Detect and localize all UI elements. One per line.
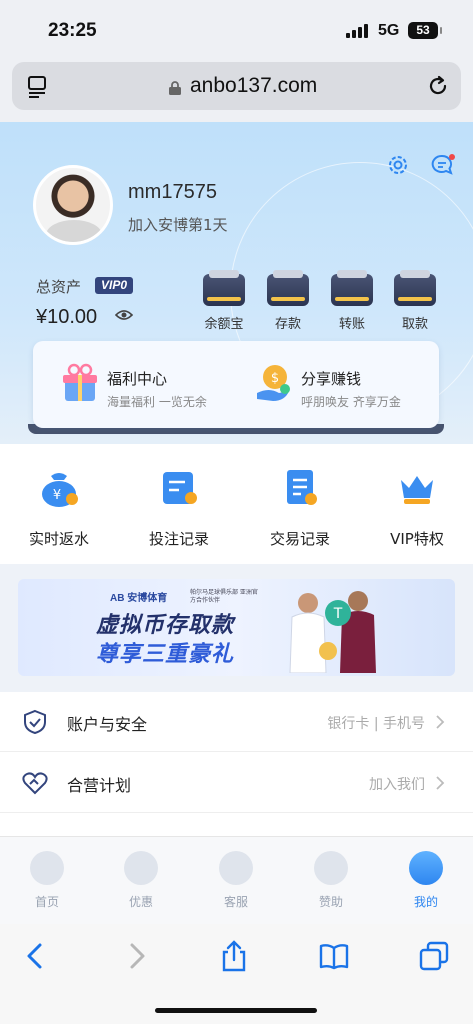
eye-icon[interactable] [115,308,133,322]
lock-icon [169,81,181,95]
wallet-action-transfer[interactable]: 转账 [330,270,374,332]
status-bar: 23:25 5G 53 [0,0,473,58]
battery-icon: 53 [408,22,442,39]
crown-icon [401,476,433,504]
quick-rebate[interactable]: ¥ 实时返水 [4,466,114,549]
address-bar[interactable]: anbo137.com [12,62,461,110]
reader-mode-icon[interactable] [26,74,50,98]
bookmarks-icon[interactable] [318,940,350,972]
wallet-action-yuebao[interactable]: 余额宝 [202,270,246,332]
quick-actions: ¥ 实时返水 投注记录 交易记录 VIP特权 [0,444,473,564]
wallet-action-deposit[interactable]: 存款 [266,270,310,332]
banner-title: 虚拟币存取款 [96,613,235,638]
status-time: 23:25 [48,20,97,41]
tab-promotions[interactable]: 优惠 [106,851,176,910]
settings-list: 账户与安全 银行卡 | 手机号 合营计划 加入我们 [0,692,473,842]
tab-sponsorship[interactable]: 赞助 [296,851,366,910]
signal-icon [346,24,370,38]
url-text: anbo137.com [190,74,318,97]
money-bag-icon: ¥ [42,473,78,507]
join-days: 加入安博第1天 [128,216,228,234]
svg-text:T: T [333,606,343,622]
banner-logo: AB 安博体育 [110,593,168,604]
chevron-right-icon [436,715,445,729]
gear-icon[interactable] [386,153,410,177]
app-tab-bar: 首页 优惠 客服 赞助 我的 [0,836,473,924]
coin-hand-icon: $ [257,365,290,401]
browser-address-area: anbo137.com [0,58,473,122]
banner-section: AB 安博体育 帕尔马足球俱乐部 亚洲官方合作伙伴 虚拟币存取款 尊享三重豪礼 … [0,564,473,692]
balance-amount: ¥10.00 [36,306,98,328]
shield-icon [24,709,46,735]
promo-banner[interactable]: AB 安博体育 帕尔马足球俱乐部 亚洲官方合作伙伴 虚拟币存取款 尊享三重豪礼 … [18,579,455,676]
tabs-icon[interactable] [418,940,450,972]
tab-customer-service[interactable]: 客服 [201,851,271,910]
chevron-right-icon [436,776,445,790]
heart-icon [124,851,158,885]
svg-text:$: $ [271,371,279,386]
assets-label: 总资产 [36,278,82,296]
headset-icon [219,851,253,885]
avatar[interactable] [33,165,113,245]
tab-home[interactable]: 首页 [12,851,82,910]
vault-icon [203,270,245,306]
quick-bet-records[interactable]: 投注记录 [124,466,234,549]
gift-icon [63,363,97,401]
username: mm17575 [128,181,217,203]
svg-text:¥: ¥ [53,488,61,503]
forward-icon[interactable] [120,940,152,972]
share-icon[interactable] [218,940,250,972]
transfer-icon [331,270,373,306]
card-icon [394,270,436,306]
banner-players-image: T [289,591,376,673]
handshake-heart-icon [22,772,48,795]
quick-vip-privileges[interactable]: VIP特权 [362,466,472,549]
browser-toolbar [0,924,473,1024]
transaction-record-icon [287,470,317,505]
promo-card: 福利中心 海量福利 一览无余 $ 分享赚钱 呼朋唤友 齐享万金 [33,341,439,428]
wallet-action-withdraw[interactable]: 取款 [393,270,437,332]
message-icon[interactable] [430,153,456,177]
network-type: 5G [378,22,400,39]
star-icon [314,851,348,885]
home-indicator [155,1008,317,1013]
back-icon[interactable] [20,940,52,972]
quick-transaction-records[interactable]: 交易记录 [245,466,355,549]
home-icon [30,851,64,885]
list-item-affiliate-plan[interactable]: 合营计划 加入我们 [0,753,473,813]
wallet-icon [267,270,309,306]
user-icon [409,851,443,885]
reload-icon[interactable] [426,74,450,98]
vip-badge: VIP0 [95,277,134,294]
banner-partner-text: 帕尔马足球俱乐部 亚洲官方合作伙伴 [190,589,258,604]
banner-subtitle: 尊享三重豪礼 [96,642,235,667]
tab-mine[interactable]: 我的 [391,851,461,910]
list-item-account-security[interactable]: 账户与安全 银行卡 | 手机号 [0,692,473,752]
bet-record-icon [163,472,197,504]
